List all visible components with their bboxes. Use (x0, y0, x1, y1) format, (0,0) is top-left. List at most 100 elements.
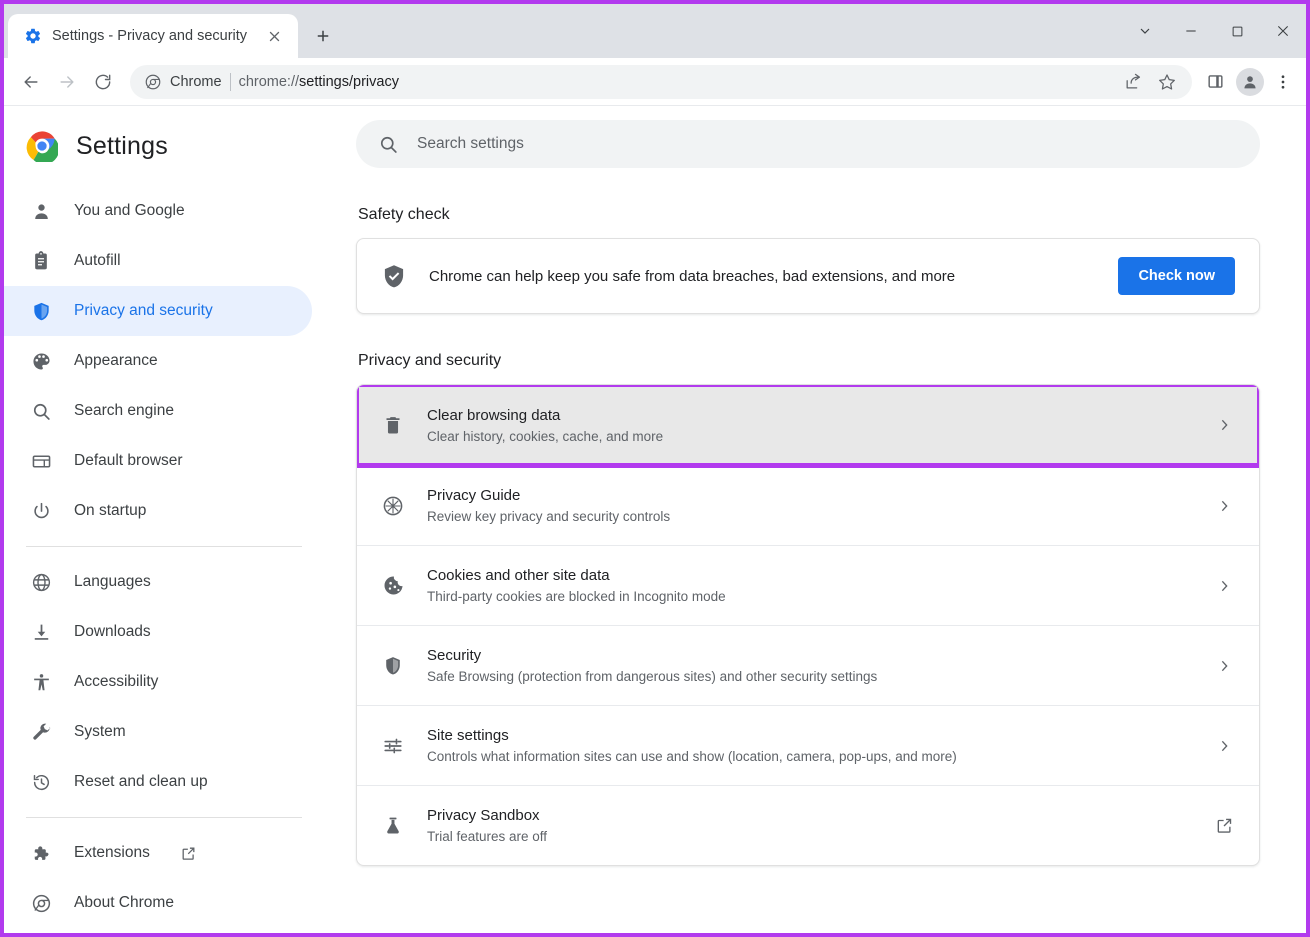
setting-row-title: Clear browsing data (427, 406, 561, 424)
settings-main: Safety check Chrome can help keep you sa… (324, 106, 1306, 933)
sidebar-item-default-browser[interactable]: Default browser (4, 436, 312, 486)
omnibox-actions (1118, 67, 1182, 97)
sidebar-item-search-engine[interactable]: Search engine (4, 386, 312, 436)
shield-icon (381, 655, 405, 677)
setting-row-cookies-and-other-site-data[interactable]: Cookies and other site data Third-party … (357, 545, 1259, 625)
share-icon[interactable] (1118, 67, 1148, 97)
chrome-outline-icon (30, 892, 52, 914)
sidebar-item-label: Languages (74, 573, 151, 590)
external-link-icon[interactable] (1211, 816, 1237, 835)
sidebar-item-autofill[interactable]: Autofill (4, 236, 312, 286)
maximize-icon[interactable] (1214, 4, 1260, 58)
sidebar-item-label: Extensions (74, 844, 150, 861)
chevron-right-icon[interactable] (1211, 738, 1237, 754)
shield-icon (30, 300, 52, 322)
gear-icon (24, 27, 42, 45)
settings-brand: Settings (4, 118, 324, 174)
sidebar-item-label: You and Google (74, 202, 185, 219)
setting-row-subtitle: Clear history, cookies, cache, and more (427, 428, 664, 444)
search-input[interactable] (417, 135, 1238, 153)
settings-page: Settings You and Google Autofill Privacy… (4, 106, 1306, 933)
external-link-icon (180, 845, 197, 862)
bookmark-star-icon[interactable] (1152, 67, 1182, 97)
browser-window: Settings - Privacy and security Chrome c… (0, 0, 1310, 937)
close-icon[interactable] (1260, 4, 1306, 58)
setting-row-title: Privacy Sandbox (427, 807, 540, 824)
setting-row-text: Cookies and other site data Third-party … (427, 567, 1189, 604)
safety-check-card: Chrome can help keep you safe from data … (356, 238, 1260, 314)
wrench-icon (30, 721, 52, 743)
sidebar-item-extensions[interactable]: Extensions (4, 828, 312, 878)
safety-check-row: Chrome can help keep you safe from data … (357, 239, 1259, 313)
sidebar-item-on-startup[interactable]: On startup (4, 486, 312, 536)
setting-row-site-settings[interactable]: Site settings Controls what information … (357, 705, 1259, 785)
site-chip: Chrome (144, 73, 222, 91)
forward-button[interactable] (50, 65, 84, 99)
tab-title: Settings - Privacy and security (52, 28, 248, 44)
sidebar-item-reset-and-clean-up[interactable]: Reset and clean up (4, 757, 312, 807)
url-path: settings/privacy (299, 73, 399, 90)
sidebar-item-label: Downloads (74, 623, 151, 640)
more-menu-icon[interactable] (1268, 67, 1298, 97)
accessibility-icon (30, 671, 52, 693)
sidebar-item-privacy-and-security[interactable]: Privacy and security (4, 286, 312, 336)
setting-row-title: Privacy Guide (427, 487, 521, 504)
compass-icon (381, 494, 405, 518)
setting-row-security[interactable]: Security Safe Browsing (protection from … (357, 625, 1259, 705)
sidebar-item-system[interactable]: System (4, 707, 312, 757)
settings-sidebar: Settings You and Google Autofill Privacy… (4, 106, 324, 933)
sidebar-item-languages[interactable]: Languages (4, 557, 312, 607)
sidebar-item-accessibility[interactable]: Accessibility (4, 657, 312, 707)
profile-avatar-icon[interactable] (1236, 67, 1264, 96)
check-now-button[interactable]: Check now (1118, 257, 1235, 295)
setting-row-privacy-guide[interactable]: Privacy Guide Review key privacy and sec… (357, 465, 1259, 545)
clipboard-icon (30, 250, 52, 272)
sidebar-item-label: Privacy and security (74, 302, 213, 319)
close-tab-button[interactable] (262, 24, 286, 48)
search-settings-bar[interactable] (356, 120, 1260, 168)
setting-row-title: Security (427, 647, 482, 664)
browser-toolbar: Chrome chrome://settings/privacy (4, 58, 1306, 106)
setting-row-subtitle: Trial features are off (427, 829, 548, 844)
setting-row-subtitle: Review key privacy and security controls (427, 509, 671, 524)
puzzle-icon (30, 842, 52, 864)
url-text: chrome://settings/privacy (239, 74, 1110, 90)
setting-row-title: Site settings (427, 727, 509, 744)
sidebar-item-label: System (74, 723, 126, 740)
setting-row-clear-browsing-data[interactable]: Clear browsing data Clear history, cooki… (357, 385, 1259, 468)
sidebar-item-appearance[interactable]: Appearance (4, 336, 312, 386)
back-button[interactable] (14, 65, 48, 99)
sidebar-item-label: Default browser (74, 452, 183, 469)
person-icon (30, 200, 52, 222)
chevron-down-icon[interactable] (1122, 4, 1168, 58)
power-icon (30, 500, 52, 522)
chevron-right-icon[interactable] (1211, 658, 1237, 674)
side-panel-icon[interactable] (1200, 67, 1230, 97)
chevron-right-icon[interactable] (1211, 417, 1237, 433)
site-chip-label: Chrome (170, 73, 222, 90)
shield-check-icon (381, 263, 407, 289)
sidebar-item-downloads[interactable]: Downloads (4, 607, 312, 657)
new-tab-button[interactable] (306, 19, 340, 53)
setting-row-subtitle: Controls what information sites can use … (427, 749, 957, 764)
setting-row-text: Clear browsing data Clear history, cooki… (427, 407, 1189, 444)
trash-icon (381, 414, 405, 436)
window-controls (1122, 4, 1306, 58)
address-bar[interactable]: Chrome chrome://settings/privacy (130, 64, 1192, 99)
sidebar-item-label: On startup (74, 502, 147, 519)
reload-button[interactable] (86, 65, 120, 99)
chevron-right-icon[interactable] (1211, 578, 1237, 594)
setting-row-subtitle: Third-party cookies are blocked in Incog… (427, 589, 726, 604)
setting-row-text: Privacy Guide Review key privacy and sec… (427, 487, 1189, 524)
sidebar-item-about-chrome[interactable]: About Chrome (4, 878, 312, 928)
minimize-icon[interactable] (1168, 4, 1214, 58)
setting-row-subtitle: Safe Browsing (protection from dangerous… (427, 669, 878, 684)
sidebar-group-2: Languages Downloads Accessibility System… (4, 557, 324, 807)
sidebar-item-you-and-google[interactable]: You and Google (4, 186, 312, 236)
browser-tab[interactable]: Settings - Privacy and security (8, 14, 298, 58)
chevron-right-icon[interactable] (1211, 498, 1237, 514)
sidebar-item-label: Appearance (74, 352, 158, 369)
setting-row-privacy-sandbox[interactable]: Privacy Sandbox Trial features are off (357, 785, 1259, 865)
setting-row-text: Privacy Sandbox Trial features are off (427, 807, 1189, 844)
sidebar-item-label: Autofill (74, 252, 121, 269)
